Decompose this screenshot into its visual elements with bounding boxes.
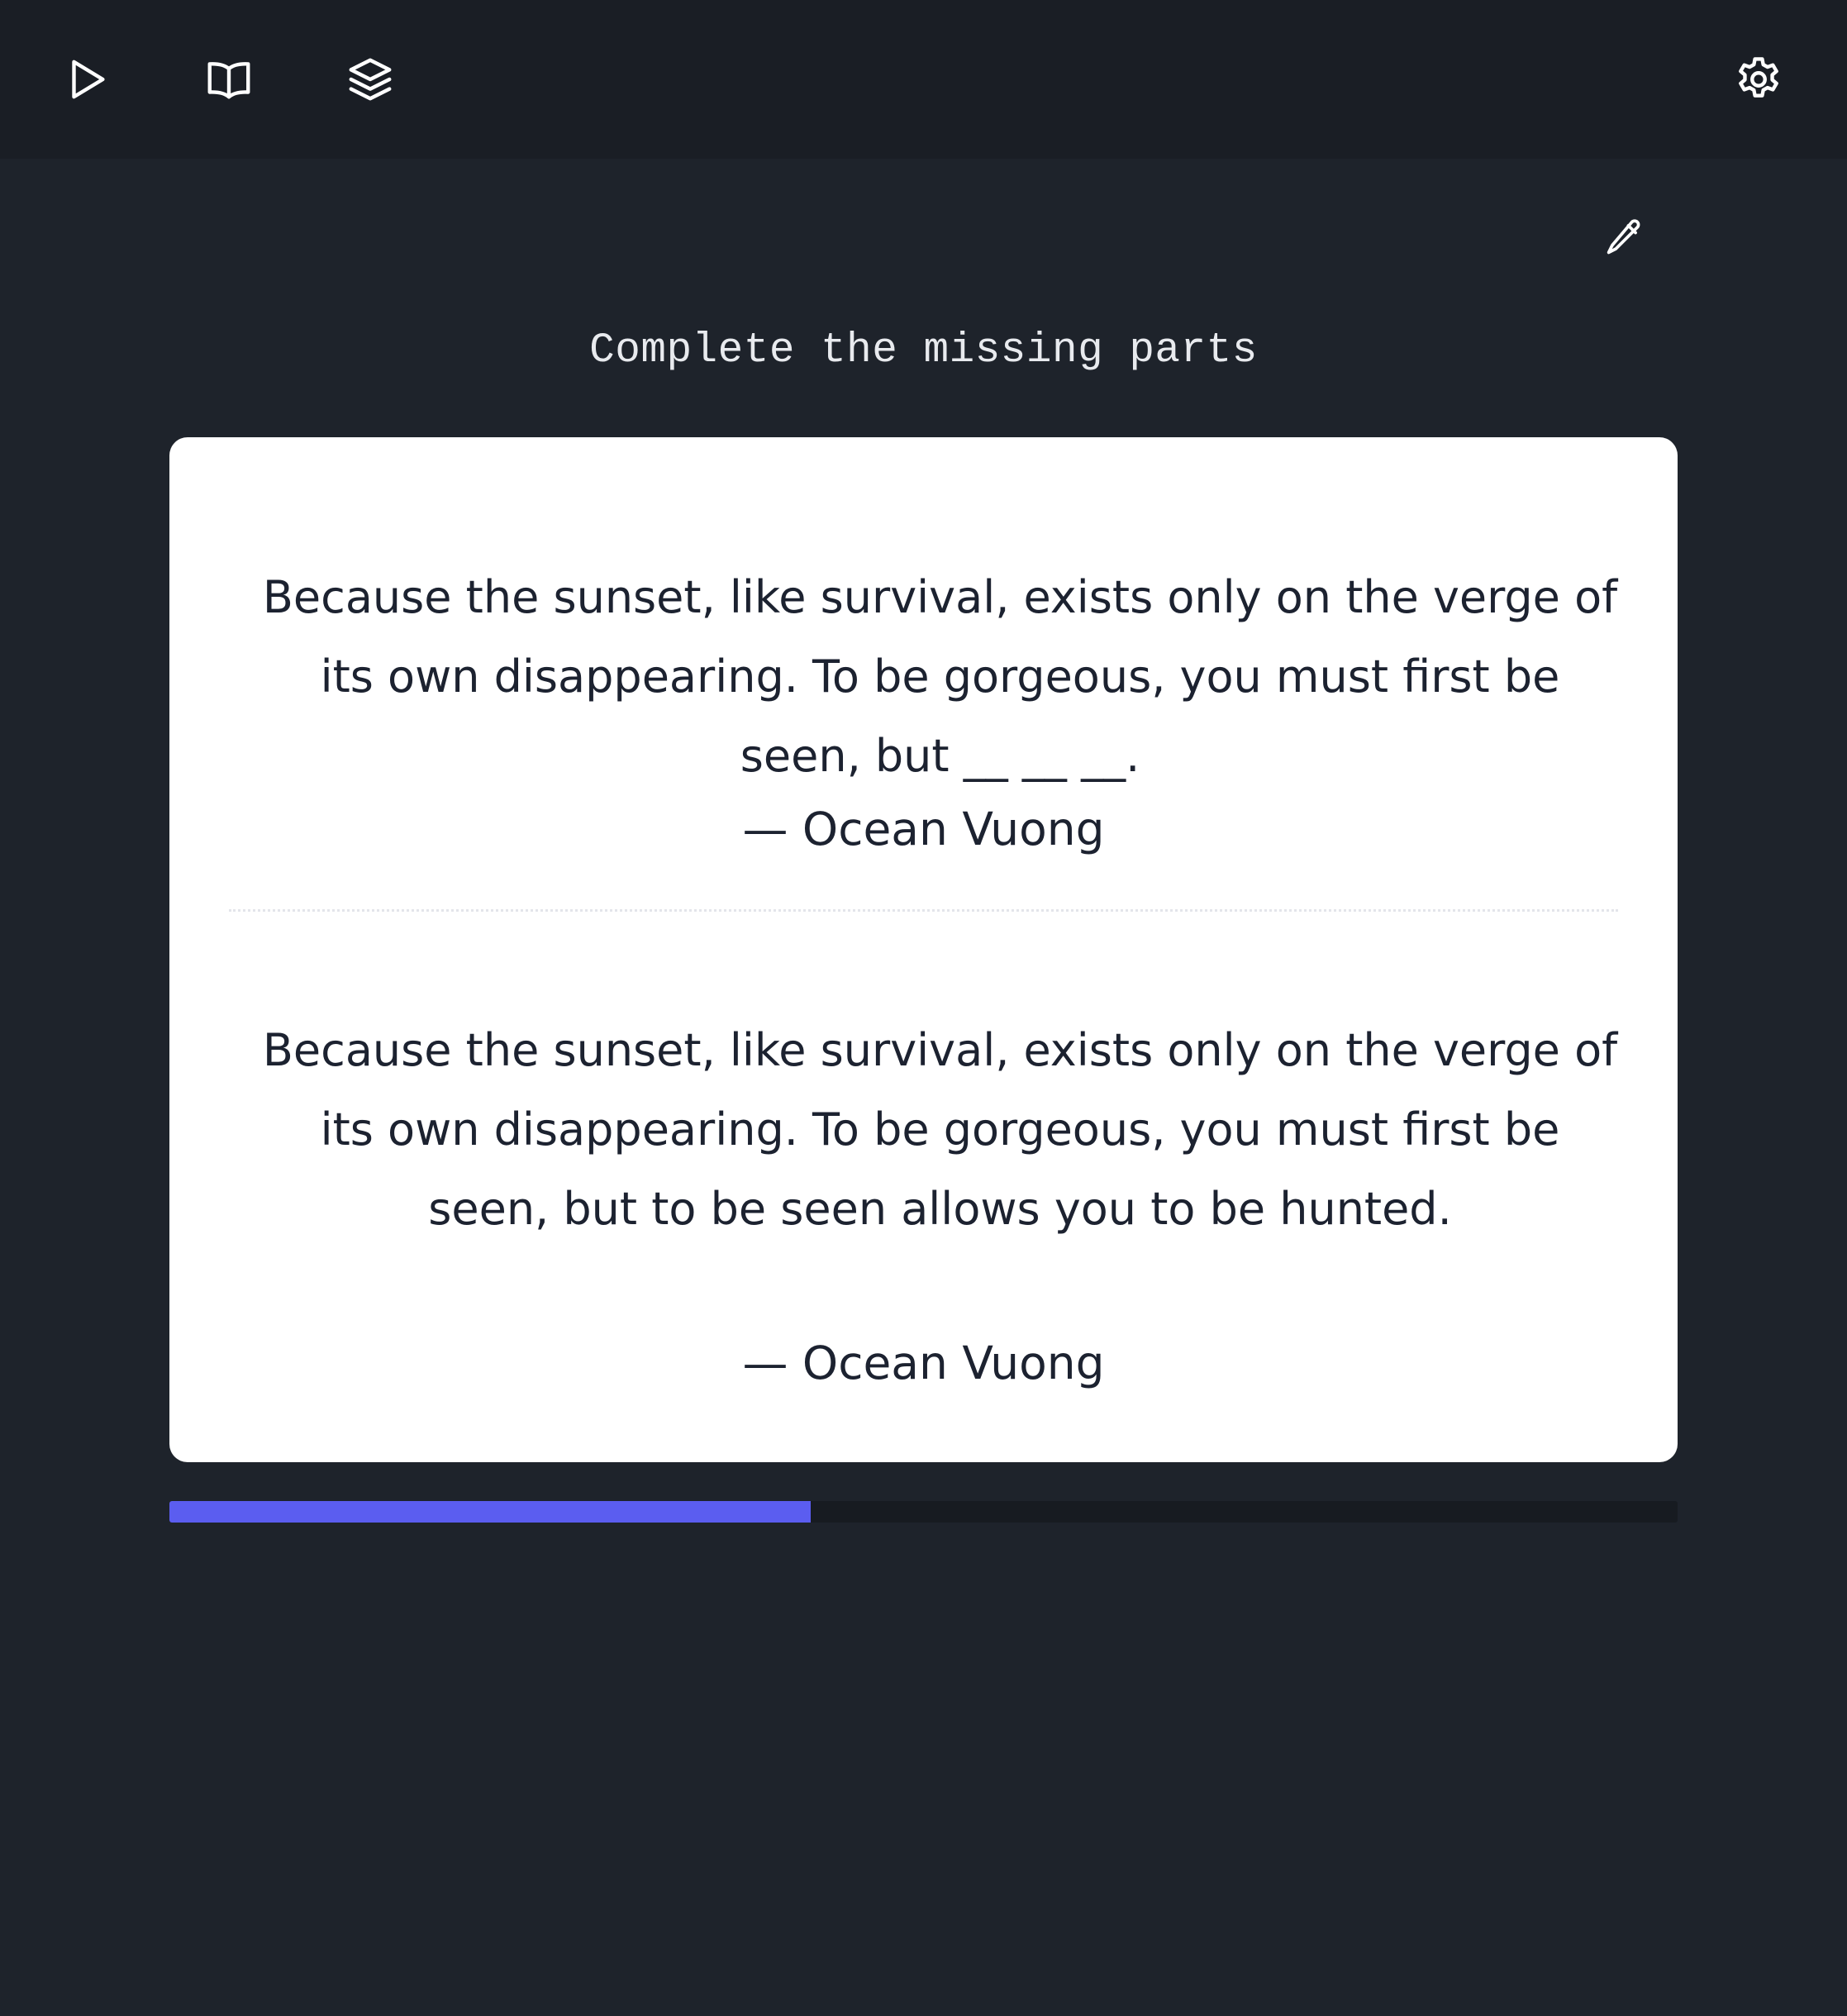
pencil-icon bbox=[1607, 219, 1640, 255]
answer-quote: Because the sunset, like survival, exist… bbox=[262, 1024, 1618, 1235]
cloze-author: — Ocean Vuong bbox=[742, 803, 1105, 855]
progress-fill bbox=[169, 1501, 811, 1523]
edit-card-button[interactable] bbox=[1595, 208, 1653, 266]
prompt-heading: Complete the missing parts bbox=[589, 327, 1258, 374]
gear-icon bbox=[1739, 57, 1778, 98]
top-toolbar bbox=[0, 0, 1847, 159]
library-button[interactable] bbox=[196, 46, 262, 112]
decks-button[interactable] bbox=[337, 46, 403, 112]
layers-icon bbox=[349, 58, 392, 101]
book-open-icon bbox=[207, 62, 250, 99]
card-divider bbox=[229, 909, 1618, 912]
progress-bar bbox=[169, 1501, 1678, 1523]
answer-author: — Ocean Vuong bbox=[742, 1337, 1105, 1389]
settings-button[interactable] bbox=[1726, 46, 1792, 112]
flashcard: Because the sunset, like survival, exist… bbox=[169, 437, 1678, 1462]
play-icon bbox=[72, 60, 105, 99]
cloze-quote: Because the sunset, like survival, exist… bbox=[262, 571, 1618, 782]
play-button[interactable] bbox=[54, 46, 120, 112]
